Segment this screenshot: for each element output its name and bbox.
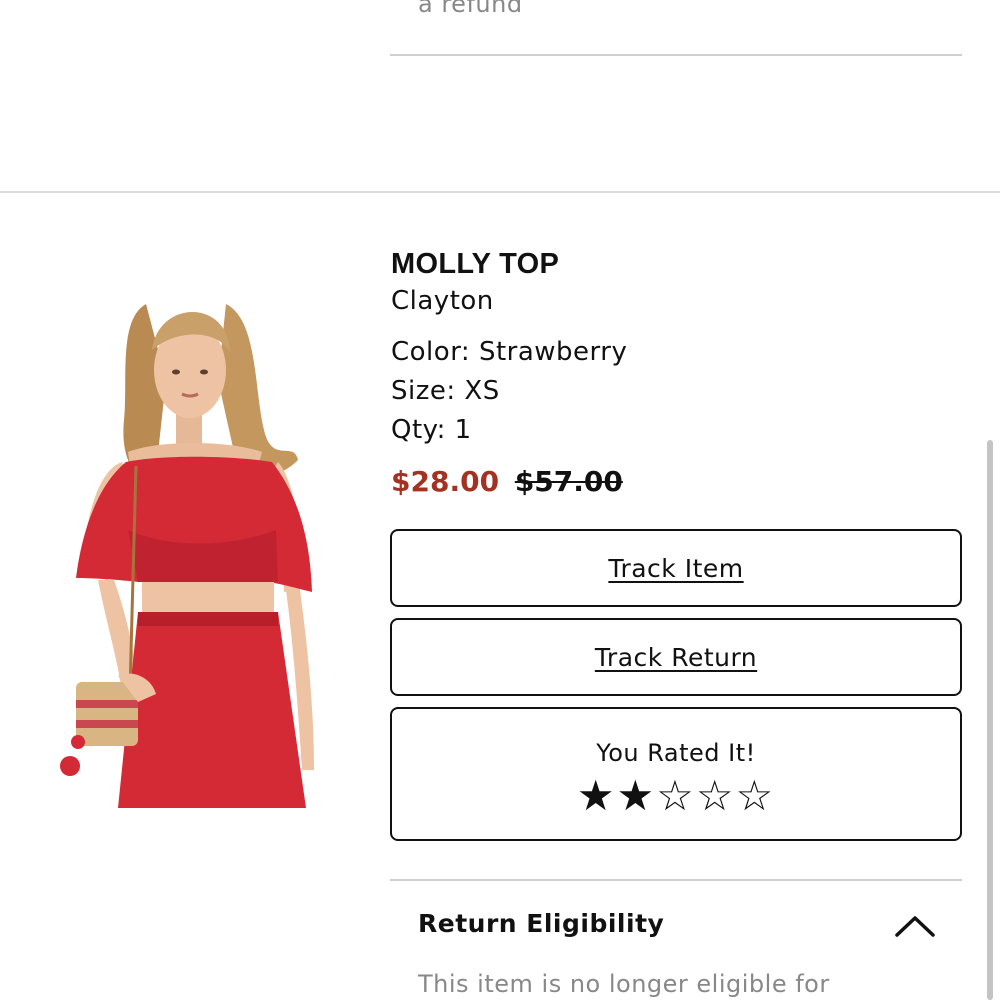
product-image[interactable] — [58, 290, 320, 808]
product-size: Size: XS — [391, 376, 500, 406]
product-brand[interactable]: Clayton — [391, 283, 963, 319]
star-icon-empty[interactable]: ☆ — [696, 773, 736, 819]
track-item-label: Track Item — [608, 553, 744, 583]
track-item-button[interactable]: Track Item — [390, 529, 962, 607]
track-return-button[interactable]: Track Return — [390, 618, 962, 696]
rating-label: You Rated It! — [596, 739, 756, 767]
divider — [390, 879, 962, 881]
product-title[interactable]: MOLLY TOP — [391, 245, 963, 283]
price-row: $28.00 $57.00 — [391, 462, 963, 502]
star-icon-filled[interactable]: ★ — [617, 773, 657, 819]
scrollbar[interactable] — [987, 440, 993, 1000]
original-price: $57.00 — [514, 465, 623, 498]
star-rating[interactable]: ★★☆☆☆ — [392, 773, 960, 819]
divider — [390, 54, 962, 56]
product-qty: Qty: 1 — [391, 415, 472, 445]
star-icon-empty[interactable]: ☆ — [735, 773, 775, 819]
chevron-up-icon[interactable] — [892, 910, 938, 940]
product-color: Color: Strawberry — [391, 337, 628, 367]
product-details: Color: Strawberry Size: XS Qty: 1 — [391, 333, 963, 450]
return-eligibility-title[interactable]: Return Eligibility — [418, 909, 664, 938]
star-icon-filled[interactable]: ★ — [577, 773, 617, 819]
previous-item-eligibility-text: a refund — [418, 0, 523, 18]
product-info: MOLLY TOP Clayton Color: Strawberry Size… — [391, 245, 963, 502]
star-icon-empty[interactable]: ☆ — [656, 773, 696, 819]
track-return-label: Track Return — [594, 642, 758, 672]
order-detail-page: a refund MOLLY TOP Clayton Color: Strawb… — [0, 0, 1000, 1000]
section-divider — [0, 191, 1000, 193]
return-eligibility-text: This item is no longer eligible for — [418, 970, 830, 998]
sale-price: $28.00 — [391, 465, 500, 498]
rating-box: You Rated It! ★★☆☆☆ — [390, 707, 962, 841]
